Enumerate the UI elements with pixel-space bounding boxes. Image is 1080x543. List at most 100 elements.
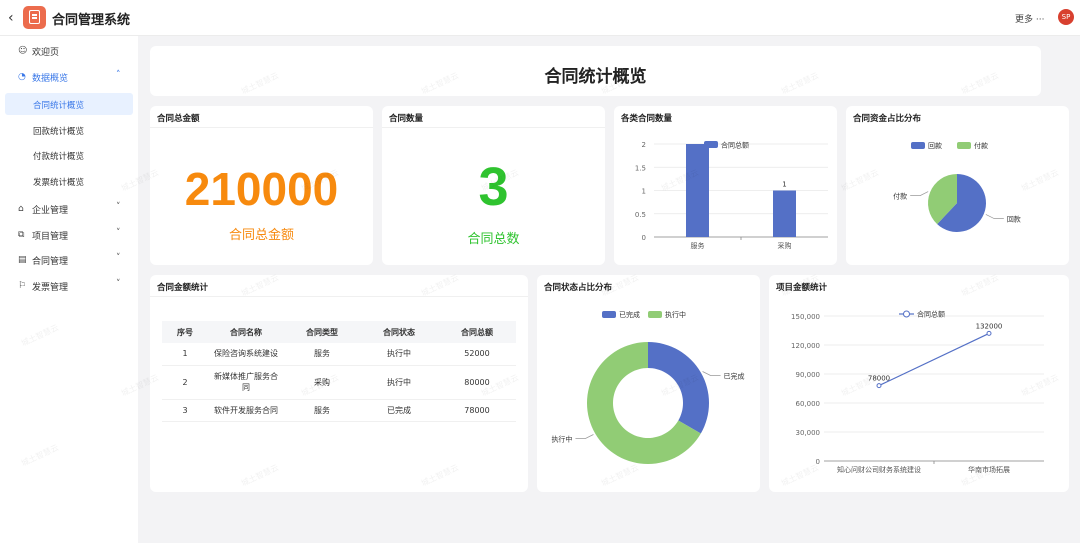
more-menu[interactable]: 更多 ··· (1015, 12, 1044, 25)
slice-label: 已完成 (724, 372, 745, 381)
table-row[interactable]: 2 新媒体推广服务合同 采购 执行中 80000 (162, 365, 516, 400)
sidebar-item-welcome[interactable]: ☺ 欢迎页 (0, 39, 138, 63)
column-header: 合同状态 (360, 321, 438, 343)
x-tick-label: 知心问财公司财务系统建设 (837, 465, 921, 474)
data-label: 78000 (868, 375, 890, 383)
contract-icon: ▤ (18, 255, 27, 265)
column-header: 合同总额 (438, 321, 516, 343)
table-cell: 78000 (438, 399, 516, 422)
amount-table-card: 合同金额统计 序号 合同名称 合同类型 合同状态 合同总额 1 保险咨询系统建设… (150, 275, 528, 492)
slice-label: 付款 (893, 192, 907, 201)
sidebar-item-label: 付款统计概览 (33, 152, 85, 162)
chevron-up-icon: ˄ (116, 70, 121, 80)
project-icon: ⧉ (18, 230, 25, 240)
label-leader (910, 191, 929, 196)
sidebar-item-label: 发票统计概览 (33, 178, 85, 188)
y-tick-label: 1.5 (635, 164, 646, 172)
page-title: 合同统计概览 (544, 67, 647, 87)
legend-label: 合同总额 (917, 310, 945, 319)
contract-count-caption: 合同总数 (467, 232, 520, 247)
sidebar-subitem-invoice-overview[interactable]: 发票统计概览 (5, 170, 133, 192)
sidebar-item-label: 发票管理 (32, 283, 69, 293)
column-header: 序号 (162, 321, 208, 343)
fund-pie-chart: 回款付款回款 付款 (893, 141, 1021, 232)
y-tick-label: 0.5 (635, 211, 646, 219)
avatar[interactable]: SP (1058, 9, 1074, 25)
legend-swatch (648, 311, 662, 318)
category-chart-card: 各类合同数量 0 0.5 1 1.5 2 服务 采购 1 合同总额 (614, 106, 837, 265)
sidebar-item-label: 合同统计概览 (33, 101, 85, 111)
sidebar-item-label: 企业管理 (32, 206, 69, 216)
label-leader (575, 434, 594, 439)
project-line-chart: 0 30,000 60,000 90,000 120,000 150,000 知心问财公司财… (791, 310, 1044, 474)
sidebar-item-contract[interactable]: ▤ 合同管理 ˅ (0, 248, 138, 272)
chevron-down-icon: ˅ (116, 228, 121, 238)
sidebar: ☺ 欢迎页 ◔ 数据概览 ˄ 合同统计概览 回款统计概览 付款统计概览 发票统计… (0, 36, 138, 543)
table-cell: 保险咨询系统建设 (208, 343, 284, 366)
card-header: 合同总金额 (157, 114, 200, 124)
y-tick-label: 30,000 (796, 429, 821, 437)
fund-chart-card: 合同资金占比分布 回款 付款 回款 付款 (846, 106, 1069, 265)
x-tick-label: 采购 (778, 241, 792, 250)
bank-icon: ⌂ (18, 204, 24, 214)
table-cell: 80000 (438, 365, 516, 400)
bar (773, 190, 796, 237)
sidebar-item-label: 数据概览 (32, 74, 69, 84)
legend-label: 执行中 (665, 310, 686, 319)
top-bar: ‹ 合同管理系统 更多 ··· SP (0, 0, 1080, 36)
data-label: 1 (782, 181, 786, 189)
sidebar-subitem-contract-overview[interactable]: 合同统计概览 (5, 93, 133, 115)
data-label: 132000 (976, 322, 1003, 330)
sidebar-item-overview[interactable]: ◔ 数据概览 ˄ (0, 65, 138, 89)
app-logo-icon (23, 6, 46, 29)
total-amount-caption: 合同总金额 (228, 228, 294, 243)
sidebar-item-project[interactable]: ⧉ 项目管理 ˅ (0, 223, 138, 247)
card-header: 合同数量 (389, 114, 424, 124)
chevron-down-icon: ˅ (116, 279, 121, 289)
table-row[interactable]: 1 保险咨询系统建设 服务 执行中 52000 (162, 343, 516, 366)
legend-swatch (911, 142, 925, 149)
chevron-down-icon: ˅ (116, 202, 121, 212)
app-title: 合同管理系统 (52, 13, 131, 28)
column-header: 合同名称 (208, 321, 284, 343)
x-tick-label: 服务 (691, 241, 705, 250)
sidebar-subitem-receipt-overview[interactable]: 回款统计概览 (5, 119, 133, 141)
table-cell: 52000 (438, 343, 516, 366)
series-line (878, 332, 990, 387)
y-tick-label: 90,000 (796, 371, 821, 379)
slice-label: 执行中 (551, 435, 572, 444)
data-point (986, 330, 992, 336)
y-tick-label: 60,000 (796, 400, 821, 408)
table-row[interactable]: 3 软件开发服务合同 服务 已完成 78000 (162, 399, 516, 422)
contract-table: 序号 合同名称 合同类型 合同状态 合同总额 1 保险咨询系统建设 服务 执行中… (162, 321, 516, 422)
table-header-row: 序号 合同名称 合同类型 合同状态 合同总额 (162, 321, 516, 343)
table-cell: 3 (162, 399, 208, 422)
data-point (876, 383, 882, 389)
legend-swatch (602, 311, 616, 318)
pie-slice (648, 342, 709, 434)
sidebar-subitem-payment-overview[interactable]: 付款统计概览 (5, 144, 133, 166)
flag-icon: ⚐ (18, 281, 27, 291)
legend-label: 已完成 (619, 310, 640, 319)
legend-label: 合同总额 (721, 141, 749, 150)
sidebar-item-label: 项目管理 (32, 232, 69, 242)
contract-count-card: 合同数量 3 合同总数 (382, 106, 605, 265)
category-bar-chart: 0 0.5 1 1.5 2 服务 采购 1 合同总额 (635, 141, 828, 250)
y-tick-label: 120,000 (791, 342, 820, 350)
table-cell: 采购 (284, 365, 360, 400)
legend-marker (903, 310, 910, 318)
sidebar-item-label: 合同管理 (32, 257, 69, 267)
legend-label: 付款 (974, 141, 988, 150)
legend-swatch (957, 142, 971, 149)
card-header: 合同金额统计 (157, 283, 209, 293)
sidebar-item-invoice[interactable]: ⚐ 发票管理 ˅ (0, 274, 138, 298)
contract-count-value: 3 (478, 157, 509, 217)
table-cell: 软件开发服务合同 (208, 399, 284, 422)
chevron-down-icon: ˅ (116, 253, 121, 263)
chevron-left-icon[interactable]: ‹ (8, 10, 22, 26)
legend-swatch (704, 141, 718, 148)
sidebar-item-label: 回款统计概览 (33, 127, 85, 137)
sidebar-item-enterprise[interactable]: ⌂ 企业管理 ˅ (0, 197, 138, 221)
table-cell: 执行中 (360, 343, 438, 366)
status-chart-card: 合同状态占比分布 已完成 执行中 已完成 执行中 (537, 275, 760, 492)
